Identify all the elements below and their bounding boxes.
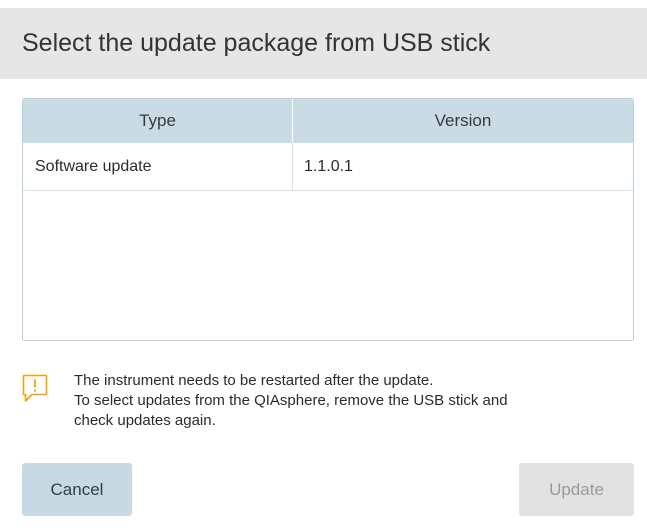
dialog-title: Select the update package from USB stick [22,29,491,57]
update-package-table: Type Version Software update 1.1.0.1 [22,98,634,341]
warning-icon [22,371,74,431]
cancel-button[interactable]: Cancel [22,463,132,516]
column-header-type[interactable]: Type [23,99,293,143]
notice-line-3: check updates again. [74,412,216,429]
notice-line-2: To select updates from the QIAsphere, re… [74,392,508,409]
restart-notice: The instrument needs to be restarted aft… [22,371,634,431]
cell-version: 1.1.0.1 [304,157,353,175]
column-header-version[interactable]: Version [293,99,633,143]
notice-text: The instrument needs to be restarted aft… [74,371,508,431]
cell-type: Software update [23,143,293,190]
table-row[interactable]: Software update 1.1.0.1 [23,143,633,191]
notice-line-1: The instrument needs to be restarted aft… [74,372,434,389]
table-header-row: Type Version [23,99,633,143]
update-button[interactable]: Update [519,463,634,516]
dialog-header: Select the update package from USB stick [0,8,647,79]
